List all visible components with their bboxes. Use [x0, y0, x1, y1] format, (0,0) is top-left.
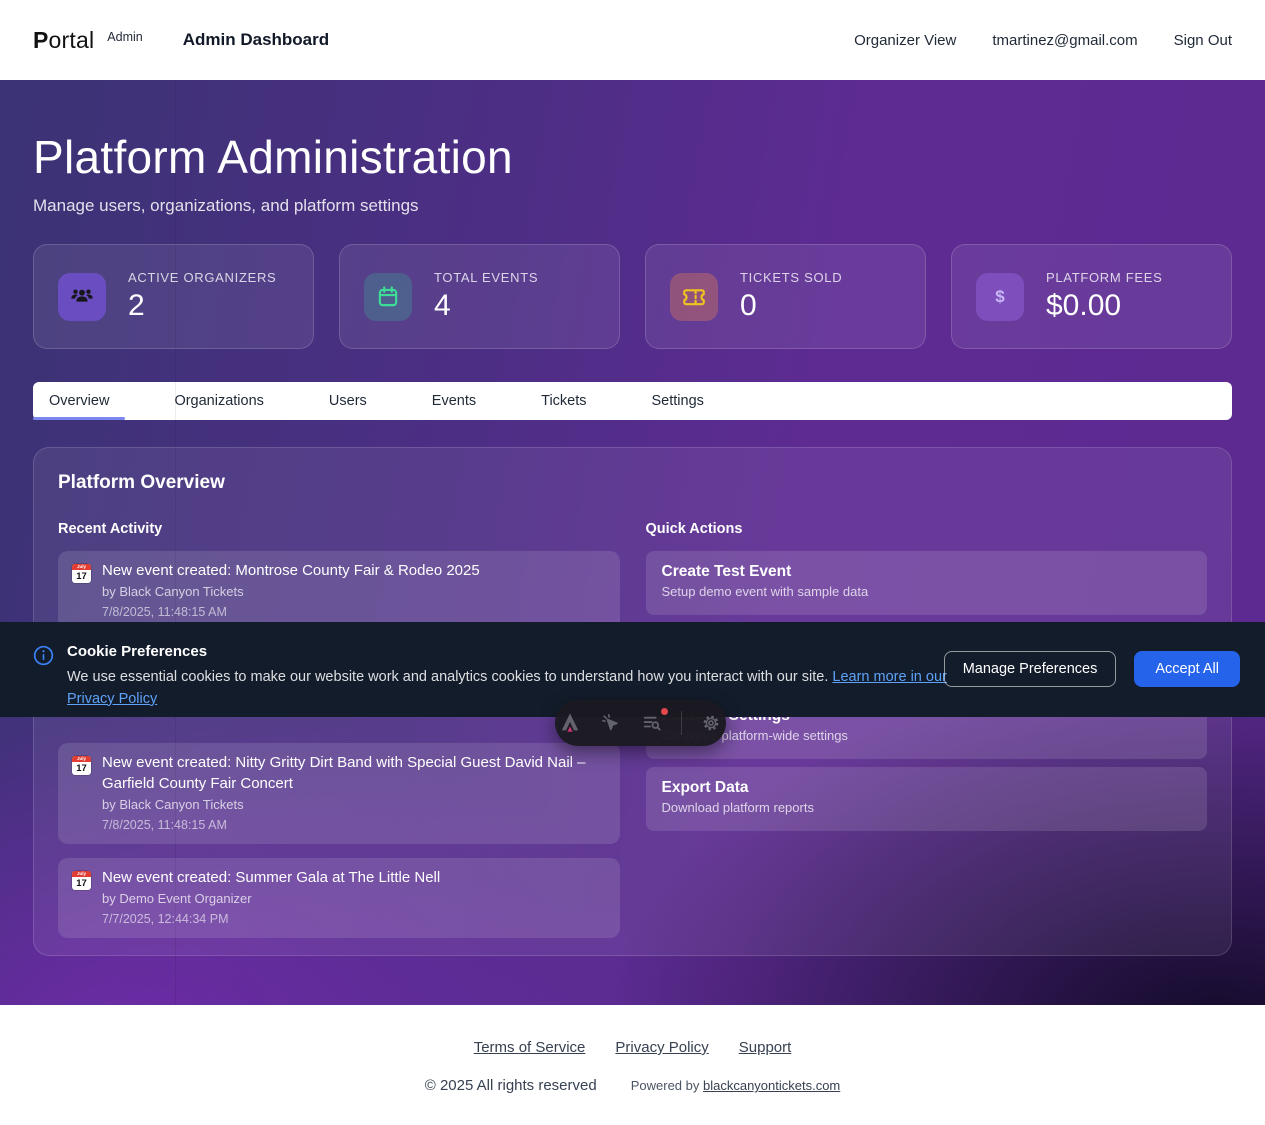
stat-label: TICKETS SOLD	[740, 270, 842, 285]
calendar-badge-icon: July 17	[72, 756, 91, 775]
stat-card-tickets-sold: TICKETS SOLD 0	[645, 244, 926, 349]
activity-title: New event created: Summer Gala at The Li…	[102, 868, 440, 888]
hero-title: Platform Administration	[33, 80, 1232, 184]
toolbar-divider	[681, 711, 682, 735]
tab-users[interactable]: Users	[313, 382, 383, 420]
people-group-icon	[58, 273, 106, 321]
quick-actions-title: Quick Actions	[646, 521, 1208, 537]
stat-value: 2	[128, 289, 276, 323]
stat-value: 4	[434, 289, 538, 323]
tab-organizations[interactable]: Organizations	[158, 382, 279, 420]
tab-events[interactable]: Events	[416, 382, 492, 420]
activity-item: July 17 New event created: Summer Gala a…	[58, 858, 620, 938]
top-header: Portal Admin Admin Dashboard Organizer V…	[0, 0, 1265, 80]
activity-item: July 17 New event created: Nitty Gritty …	[58, 743, 620, 844]
stat-card-active-organizers: ACTIVE ORGANIZERS 2	[33, 244, 314, 349]
activity-author: by Demo Event Organizer	[102, 891, 440, 906]
quick-actions-column: Quick Actions Create Test Event Setup de…	[646, 521, 1208, 946]
copyright-text: © 2025 All rights reserved	[425, 1077, 597, 1094]
stat-card-total-events: TOTAL EVENTS 4	[339, 244, 620, 349]
background-seam	[175, 80, 176, 1005]
powered-by-text: Powered by blackcanyontickets.com	[631, 1078, 841, 1093]
notification-dot	[661, 708, 668, 715]
calendar-icon	[364, 273, 412, 321]
activity-author: by Black Canyon Tickets	[102, 584, 480, 599]
sign-out-button[interactable]: Sign Out	[1174, 32, 1232, 49]
calendar-badge-icon: July 17	[72, 564, 91, 583]
powered-by-link[interactable]: blackcanyontickets.com	[703, 1078, 840, 1093]
activity-timestamp: 7/8/2025, 11:48:15 AM	[102, 605, 480, 619]
portal-logo[interactable]: Portal	[33, 27, 94, 54]
assistant-logo-icon[interactable]	[558, 711, 582, 735]
search-list-icon[interactable]	[640, 711, 664, 735]
accept-all-button[interactable]: Accept All	[1134, 651, 1240, 687]
recent-activity-title: Recent Activity	[58, 521, 620, 537]
activity-timestamp: 7/7/2025, 12:44:34 PM	[102, 912, 440, 926]
stat-label: PLATFORM FEES	[1046, 270, 1162, 285]
dollar-icon: $	[976, 273, 1024, 321]
page-title: Admin Dashboard	[183, 30, 329, 50]
tab-overview[interactable]: Overview	[33, 382, 125, 420]
quick-action-create-test-event[interactable]: Create Test Event Setup demo event with …	[646, 551, 1208, 615]
footer-link-terms[interactable]: Terms of Service	[474, 1039, 586, 1056]
calendar-badge-icon: July 17	[72, 871, 91, 890]
stat-value: $0.00	[1046, 289, 1162, 323]
tab-settings[interactable]: Settings	[636, 382, 720, 420]
stat-cards-row: ACTIVE ORGANIZERS 2 TOTAL EVENTS 4	[33, 244, 1232, 349]
logo-bold-letter: P	[33, 27, 49, 53]
page-footer: Terms of Service Privacy Policy Support …	[0, 1005, 1265, 1125]
organizer-view-link[interactable]: Organizer View	[854, 32, 956, 49]
cursor-icon[interactable]	[599, 711, 623, 735]
activity-author: by Black Canyon Tickets	[102, 797, 606, 812]
cookie-banner-message: We use essential cookies to make our web…	[67, 667, 947, 711]
manage-preferences-button[interactable]: Manage Preferences	[944, 651, 1117, 687]
ticket-icon	[670, 273, 718, 321]
footer-link-support[interactable]: Support	[739, 1039, 792, 1056]
user-email: tmartinez@gmail.com	[992, 32, 1137, 49]
stat-value: 0	[740, 289, 842, 323]
tab-tickets[interactable]: Tickets	[525, 382, 602, 420]
logo-rest: ortal	[49, 27, 95, 53]
cookie-banner-title: Cookie Preferences	[67, 643, 947, 660]
admin-tab-bar: Overview Organizations Users Events Tick…	[33, 382, 1232, 420]
admin-main-area: Platform Administration Manage users, or…	[0, 80, 1265, 1005]
activity-title: New event created: Montrose County Fair …	[102, 561, 480, 581]
activity-title: New event created: Nitty Gritty Dirt Ban…	[102, 753, 606, 794]
stat-card-platform-fees: $ PLATFORM FEES $0.00	[951, 244, 1232, 349]
info-icon	[33, 645, 54, 717]
activity-item: July 17 New event created: Montrose Coun…	[58, 551, 620, 631]
footer-link-privacy[interactable]: Privacy Policy	[615, 1039, 708, 1056]
stat-label: TOTAL EVENTS	[434, 270, 538, 285]
panel-title: Platform Overview	[58, 472, 1207, 494]
hero-subtitle: Manage users, organizations, and platfor…	[33, 196, 1232, 216]
floating-extension-toolbar	[555, 700, 726, 746]
admin-badge: Admin	[107, 30, 142, 44]
gear-icon[interactable]	[699, 711, 723, 735]
quick-action-export-data[interactable]: Export Data Download platform reports	[646, 767, 1208, 831]
recent-activity-column: Recent Activity July 17 New event create…	[58, 521, 620, 946]
stat-label: ACTIVE ORGANIZERS	[128, 270, 276, 285]
activity-timestamp: 7/8/2025, 11:48:15 AM	[102, 818, 606, 832]
